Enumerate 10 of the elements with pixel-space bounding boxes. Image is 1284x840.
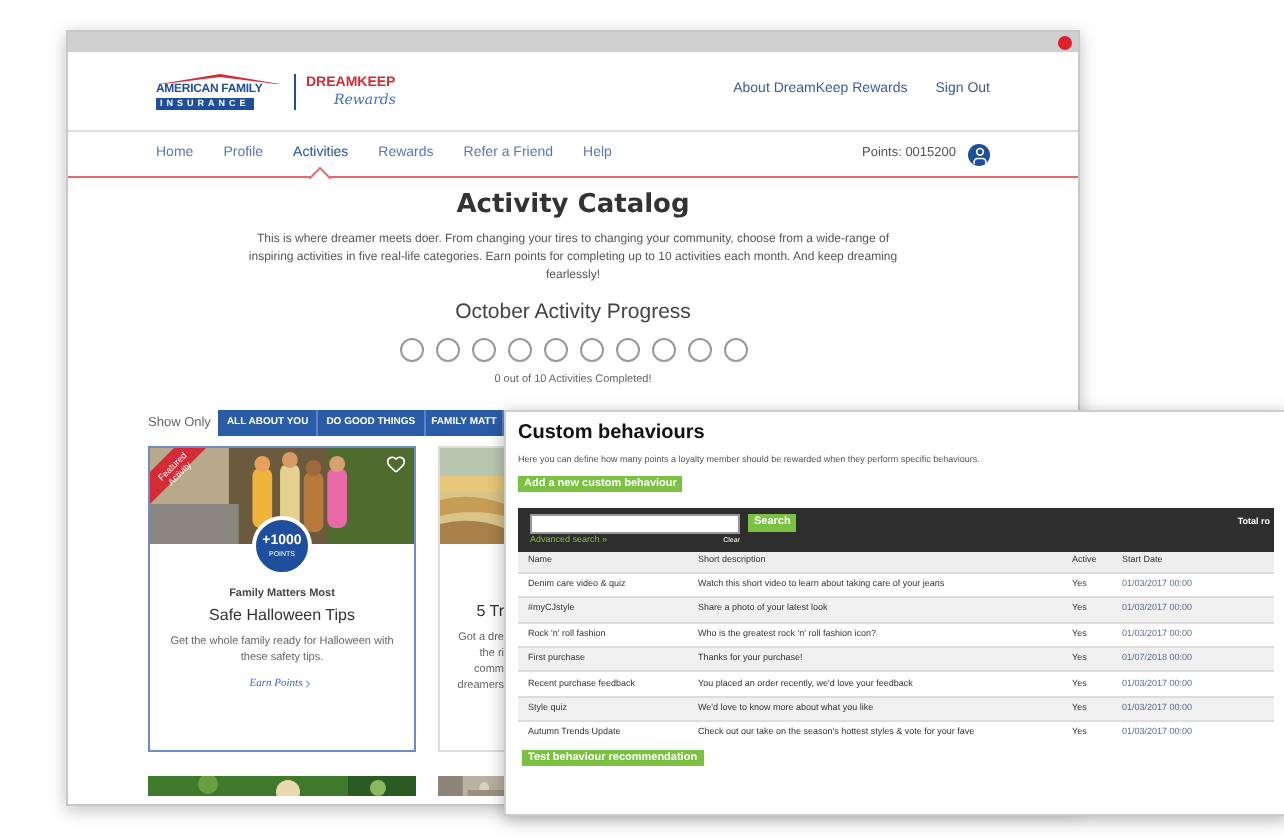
card-title: 5 Tr	[476, 600, 504, 624]
user-icon[interactable]	[968, 143, 990, 165]
close-icon[interactable]	[1058, 35, 1072, 49]
page-title: Activity Catalog	[456, 190, 690, 222]
chevron-icon	[302, 678, 315, 691]
card-title: Safe Halloween Tips	[209, 604, 355, 629]
heart-icon[interactable]	[386, 454, 406, 474]
search-field[interactable]	[530, 513, 740, 534]
progress-title: October Activity Progress	[455, 298, 691, 328]
panel-title: Custom behaviours	[518, 422, 707, 446]
